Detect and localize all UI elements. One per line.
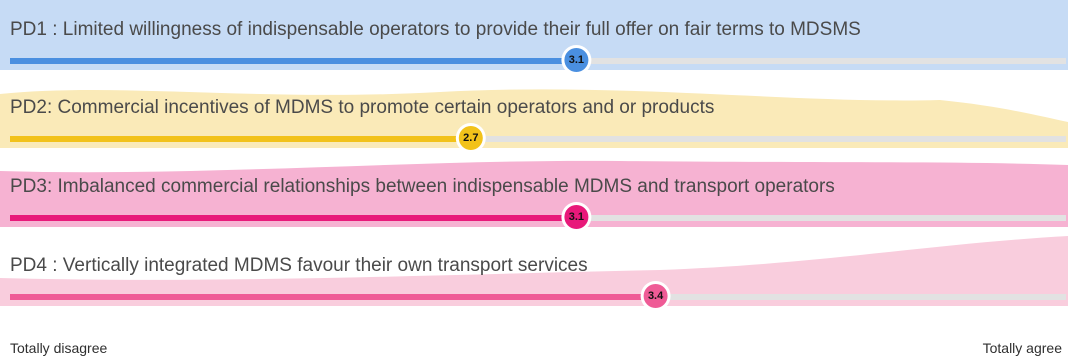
score-value-label: 3.1 [569,54,584,66]
statement-label: PD1 : Limited willingness of indispensab… [10,19,861,40]
axis-right-label: Totally agree [982,340,1062,356]
score-badge: 3.1 [561,45,592,75]
score-value-label: 3.4 [648,290,664,302]
score-value-label: 2.7 [463,132,478,144]
statement-row: PD1 : Limited willingness of indispensab… [0,0,1068,75]
score-bar [10,215,565,221]
score-badge: 2.7 [455,123,486,153]
score-bar [10,136,459,142]
score-value-label: 3.1 [569,211,584,223]
statement-agreement-chart: PD1 : Limited willingness of indispensab… [0,0,1068,311]
statement-row: PD4 : Vertically integrated MDMS favour … [0,236,1068,311]
statement-row: PD2: Commercial incentives of MDMS to pr… [0,89,1068,153]
score-bar [10,58,565,64]
score-badge: 3.4 [640,281,671,311]
score-bar [10,294,644,300]
statement-label: PD3: Imbalanced commercial relationships… [10,176,835,197]
statement-label: PD4 : Vertically integrated MDMS favour … [10,255,588,276]
statement-row: PD3: Imbalanced commercial relationships… [0,160,1068,232]
axis-left-label: Totally disagree [10,340,108,356]
score-badge: 3.1 [561,202,592,232]
statement-label: PD2: Commercial incentives of MDMS to pr… [10,97,714,118]
